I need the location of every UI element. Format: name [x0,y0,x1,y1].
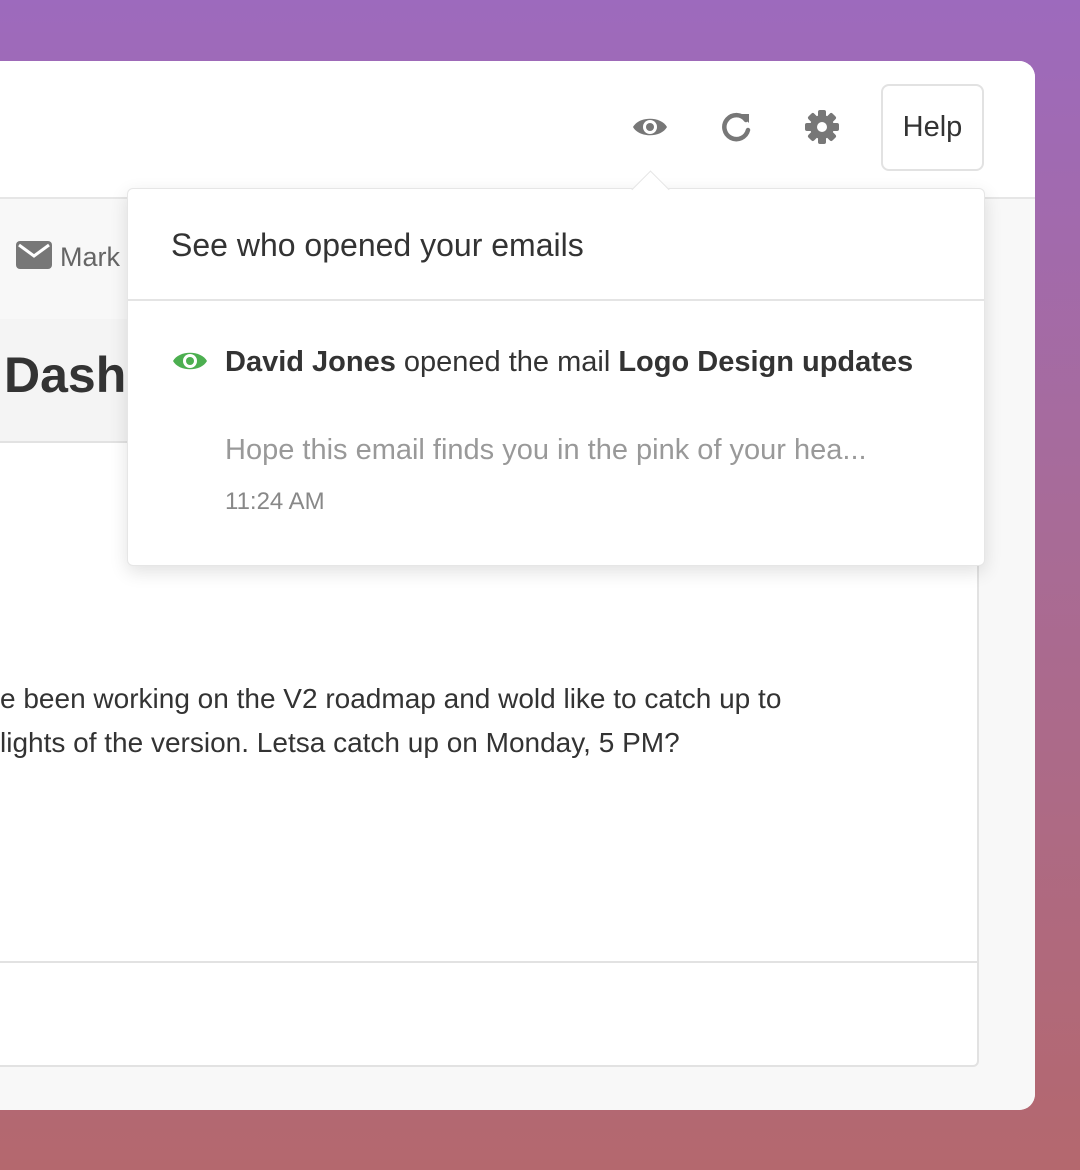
mark-button[interactable]: Mark [16,241,120,274]
envelope-icon [16,241,52,274]
popover-header: See who opened your emails [128,189,984,301]
eye-icon[interactable] [630,107,670,147]
top-bar: Help [0,61,1035,199]
popover-title: See who opened your emails [171,227,584,263]
refresh-icon[interactable] [716,107,756,147]
message-line: lights of the version. Letsa catch up on… [0,727,680,758]
eye-icon [172,348,208,379]
notification-action: opened the mail [403,346,611,378]
notification-text[interactable]: David Jones opened the mail Logo Design … [225,341,945,384]
mark-label: Mark [60,242,120,272]
gear-icon[interactable] [802,107,842,147]
email-tracking-popover: See who opened your emails David Jones o… [127,170,985,566]
card-footer-divider [0,961,977,963]
notification-person: David Jones [225,346,396,378]
notification-subject: Logo Design updates [618,346,914,378]
message-line: e been working on the V2 roadmap and wol… [0,683,782,714]
notification-time: 11:24 AM [225,488,325,515]
app-window: Help Mark Dash e been working on the V2 … [0,61,1035,1110]
notification-preview: Hope this email finds you in the pink of… [225,434,867,466]
message-body: e been working on the V2 roadmap and wol… [0,677,781,765]
help-button[interactable]: Help [881,84,984,171]
page-title: Dash [4,347,127,403]
